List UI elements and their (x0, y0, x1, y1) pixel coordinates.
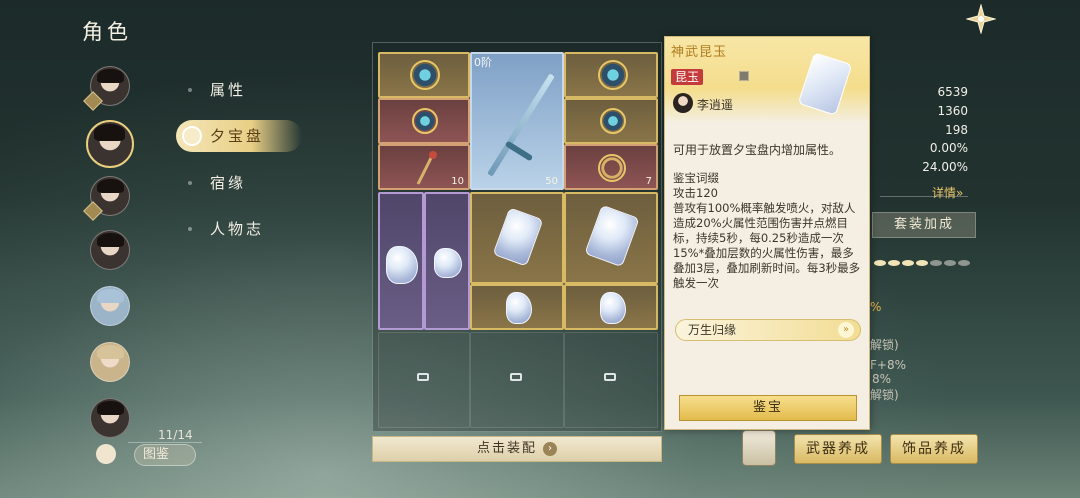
item-type-tag: 昆玉 (671, 69, 704, 85)
stat-value: 198 (945, 123, 968, 137)
peek-text: 解锁) (870, 338, 899, 352)
double-arrow-icon: » (838, 322, 854, 338)
tab-suyuan[interactable]: 宿缘 (210, 172, 246, 193)
stat-value: 1360 (937, 104, 968, 118)
item-tooltip: 神武昆玉 昆玉 李逍遥 可用于放置夕宝盘内增加属性。 鉴宝词缀 攻击120 普攻… (664, 36, 870, 430)
divider (128, 442, 202, 443)
stat-value: 0.00% (929, 141, 968, 155)
close-emblem-icon[interactable] (966, 4, 996, 34)
lock-icon (417, 373, 429, 381)
tab-dot (188, 88, 192, 92)
affix-effect: 普攻有100%概率触发喷火，对敌人造成20%火属性范围伤害并点燃目标，持续5秒，… (673, 201, 861, 290)
gem-slot[interactable] (378, 192, 424, 330)
equipment-slot[interactable] (564, 98, 658, 144)
character-avatar-6[interactable] (90, 342, 130, 382)
stat-value: 24.00% (922, 160, 968, 174)
gem-slot[interactable] (564, 284, 658, 330)
tab-xibaopan-label: 夕宝盘 (210, 127, 265, 145)
item-title: 神武昆玉 (671, 45, 728, 60)
tab-dot (188, 181, 192, 185)
hairpin-icon (416, 151, 437, 185)
equipment-slot[interactable]: 10 (378, 144, 470, 190)
item-count: 7 (645, 176, 652, 187)
tujian-label: 图鉴 (143, 447, 170, 462)
settings-icon[interactable] (96, 444, 116, 464)
gem-icon (600, 292, 626, 324)
amulet-icon (598, 60, 628, 90)
gem-slot[interactable] (424, 192, 470, 330)
gem-icon (386, 246, 418, 284)
peek-text: 解锁) (870, 388, 899, 402)
tab-dot (188, 227, 192, 231)
affix-name: 万生归缘 (688, 323, 737, 337)
gold-ring-icon (598, 154, 626, 182)
peek-text: F+8% (870, 358, 906, 372)
accessory-train-button[interactable]: 饰品养成 (890, 434, 978, 464)
peek-text: 8% (872, 372, 892, 386)
locked-slot[interactable] (470, 332, 564, 428)
weapon-train-button[interactable]: 武器养成 (794, 434, 882, 464)
item-description: 可用于放置夕宝盘内增加属性。 (673, 143, 842, 157)
character-avatar-selected[interactable] (86, 120, 134, 168)
lock-icon (604, 373, 616, 381)
character-count: 11/14 (158, 428, 193, 442)
stat-value: 6539 (937, 85, 968, 99)
locked-slot[interactable] (378, 332, 470, 428)
tujian-button[interactable]: 图鉴 (134, 444, 196, 466)
affix-selector[interactable]: 万生归缘 » (675, 319, 861, 341)
gem-slot[interactable] (470, 284, 564, 330)
character-avatar-5[interactable] (90, 286, 130, 326)
page-title: 角色 (82, 20, 132, 44)
ring-icon (182, 126, 202, 146)
details-link[interactable]: 详情» (932, 184, 963, 201)
seal-icon[interactable] (742, 430, 776, 466)
character-avatar-4[interactable] (90, 230, 130, 270)
charm-icon (600, 108, 626, 134)
set-bonus-button[interactable]: 套装加成 (872, 212, 976, 238)
equipment-slot[interactable] (378, 98, 470, 144)
tab-character-bio[interactable]: 人物志 (210, 218, 264, 239)
owner-avatar (673, 93, 693, 113)
slot-icon (739, 71, 749, 81)
affix-attack: 攻击120 (673, 186, 718, 200)
gem-icon (506, 292, 532, 324)
item-count: 10 (451, 176, 464, 187)
owner-name: 李逍遥 (697, 98, 734, 112)
gem-slot[interactable] (564, 192, 658, 284)
equip-button[interactable]: 点击装配 › (372, 436, 662, 462)
affix-section-title: 鉴宝词缀 (673, 171, 719, 185)
equipment-slot[interactable]: 7 (564, 144, 658, 190)
locked-slot[interactable] (564, 332, 658, 428)
gem-icon (434, 248, 462, 278)
gem-icon (584, 204, 640, 268)
gem-icon (492, 207, 544, 267)
lock-icon (510, 373, 522, 381)
tab-xibaopan[interactable]: 夕宝盘 (176, 120, 302, 152)
item-count: 50 (545, 176, 558, 187)
equip-label: 点击装配 (476, 441, 537, 456)
talisman-icon (410, 60, 440, 90)
appraise-button[interactable]: 鉴宝 (679, 395, 857, 421)
character-avatar-7[interactable] (90, 398, 130, 438)
equipment-slot[interactable] (564, 52, 658, 98)
arrow-right-icon: › (543, 441, 557, 456)
tab-attributes[interactable]: 属性 (210, 79, 246, 100)
peek-text: % (870, 300, 882, 314)
tier-badge: 0阶 (474, 56, 492, 69)
feather-rating-icons (874, 256, 970, 273)
gem-slot[interactable] (470, 192, 564, 284)
equipment-slot[interactable] (378, 52, 470, 98)
affix-details: 鉴宝词缀 攻击120 普攻有100%概率触发喷火，对敌人造成20%火属性范围伤害… (673, 171, 865, 331)
ring-item-icon (412, 108, 438, 134)
